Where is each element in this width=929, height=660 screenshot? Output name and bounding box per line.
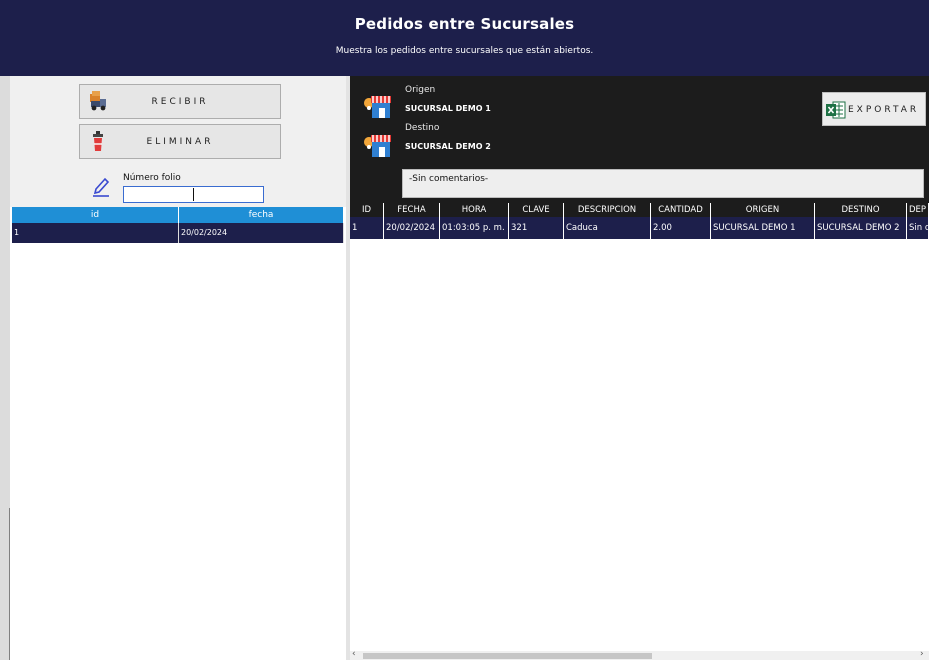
orders-list-pane: RECIBIR ELIMINAR Número folio id fecha 1… [10, 76, 346, 660]
table-row-cell-hora[interactable]: 01:03:05 p. m. [440, 217, 509, 239]
destino-value: SUCURSAL DEMO 2 [405, 142, 491, 151]
column-header-destino[interactable]: DESTINO [815, 203, 907, 217]
table-row-cell-fecha[interactable]: 20/02/2024 [384, 217, 440, 239]
column-header-descripcion[interactable]: DESCRIPCION [564, 203, 651, 217]
page-subtitle: Muestra los pedidos entre sucursales que… [335, 46, 594, 56]
order-detail-header: Origen SUCURSAL DEMO 1 Destino SUCURSAL … [350, 76, 929, 203]
table-row-cell-descripcion[interactable]: Caduca [564, 217, 651, 239]
excel-icon [826, 101, 846, 119]
column-header-origen[interactable]: ORIGEN [711, 203, 815, 217]
origen-value: SUCURSAL DEMO 1 [405, 104, 491, 113]
page-title: Pedidos entre Sucursales [354, 15, 575, 33]
column-header-hora[interactable]: HORA [440, 203, 509, 217]
store-location-icon [364, 96, 391, 118]
table-row-cell-clave[interactable]: 321 [509, 217, 564, 239]
app-window: Pedidos entre Sucursales Muestra los ped… [0, 0, 929, 660]
column-header-fecha[interactable]: FECHA [384, 203, 440, 217]
origen-label: Origen [405, 85, 436, 95]
table-row-cell-id[interactable]: 1 [12, 223, 179, 243]
eliminar-button[interactable]: ELIMINAR [79, 124, 281, 159]
destino-label: Destino [405, 123, 440, 133]
table-row-cell-cantidad[interactable]: 2.00 [651, 217, 711, 239]
comments-box[interactable]: -Sin comentarios- [402, 169, 924, 198]
column-header-clave[interactable]: CLAVE [509, 203, 564, 217]
column-header-id[interactable]: ID [350, 203, 384, 217]
eliminar-label: ELIMINAR [146, 137, 214, 147]
column-header-cantidad[interactable]: CANTIDAD [651, 203, 711, 217]
recibir-button[interactable]: RECIBIR [79, 84, 281, 119]
table-row-cell-origen[interactable]: SUCURSAL DEMO 1 [711, 217, 815, 239]
column-header-id[interactable]: id [12, 207, 179, 223]
column-header-fecha[interactable]: fecha [179, 207, 344, 223]
column-header-dep[interactable]: DEP [907, 203, 929, 217]
recibir-label: RECIBIR [151, 97, 209, 107]
table-row-cell-dep[interactable]: Sin c [907, 217, 929, 239]
table-row-cell-fecha[interactable]: 20/02/2024 [179, 223, 344, 243]
scroll-left-icon[interactable]: ‹ [352, 649, 356, 659]
export-button[interactable]: EXPORTAR [822, 92, 926, 126]
store-location-icon [364, 135, 391, 157]
scrollbar-thumb[interactable] [363, 653, 652, 659]
export-label: EXPORTAR [848, 105, 920, 115]
scroll-right-icon[interactable]: › [920, 649, 924, 659]
table-row-cell-destino[interactable]: SUCURSAL DEMO 2 [815, 217, 907, 239]
actions-panel: RECIBIR ELIMINAR Número folio [10, 76, 346, 207]
folio-label: Número folio [123, 173, 181, 183]
table-row-cell-id[interactable]: 1 [350, 217, 384, 239]
text-caret [193, 188, 194, 201]
order-detail-pane: Origen SUCURSAL DEMO 1 Destino SUCURSAL … [350, 76, 929, 660]
pencil-icon [93, 177, 110, 197]
header-banner: Pedidos entre Sucursales Muestra los ped… [0, 0, 929, 76]
horizontal-scrollbar[interactable]: ‹ › [350, 649, 929, 660]
